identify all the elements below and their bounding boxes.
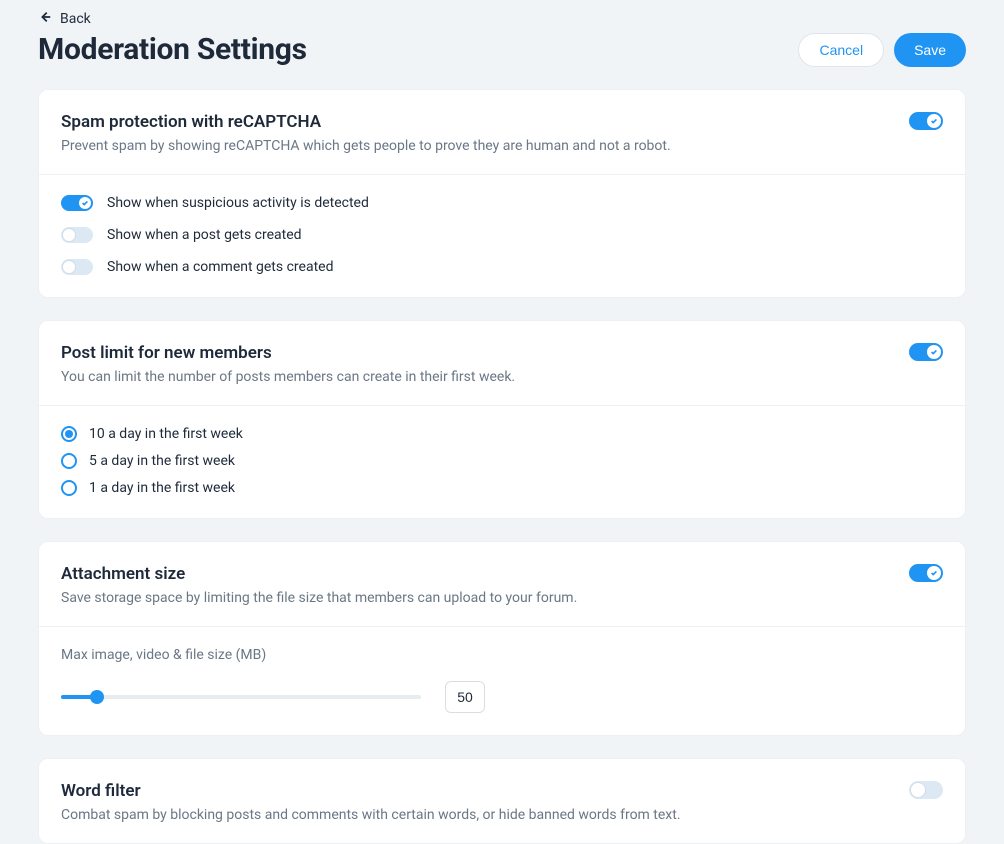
attachment-slider-label: Max image, video & file size (MB) xyxy=(61,647,943,663)
radio-icon xyxy=(61,453,77,469)
spam-toggle[interactable] xyxy=(909,112,943,130)
slider-thumb[interactable] xyxy=(90,690,104,704)
spam-option-post-label: Show when a post gets created xyxy=(107,227,302,243)
radio-icon xyxy=(61,426,77,442)
back-arrow-icon xyxy=(38,10,52,28)
spam-title: Spam protection with reCAPTCHA xyxy=(61,112,671,132)
spam-option-suspicious-label: Show when suspicious activity is detecte… xyxy=(107,195,369,211)
cancel-button[interactable]: Cancel xyxy=(798,33,884,67)
spam-card: Spam protection with reCAPTCHA Prevent s… xyxy=(38,89,966,298)
attachment-value-input[interactable] xyxy=(445,681,485,713)
attachment-toggle[interactable] xyxy=(909,564,943,582)
word-filter-toggle[interactable] xyxy=(909,781,943,799)
post-limit-desc: You can limit the number of posts member… xyxy=(61,369,515,385)
spam-option-suspicious: Show when suspicious activity is detecte… xyxy=(61,195,943,211)
spam-option-comment: Show when a comment gets created xyxy=(61,259,943,275)
attachment-desc: Save storage space by limiting the file … xyxy=(61,590,577,606)
post-limit-option-1-label: 1 a day in the first week xyxy=(89,480,235,496)
post-limit-title: Post limit for new members xyxy=(61,343,515,363)
post-limit-toggle[interactable] xyxy=(909,343,943,361)
post-limit-option-5-label: 5 a day in the first week xyxy=(89,453,235,469)
back-link[interactable]: Back xyxy=(38,10,966,28)
post-limit-option-10[interactable]: 10 a day in the first week xyxy=(61,426,943,442)
page-title: Moderation Settings xyxy=(38,32,307,67)
post-limit-option-5[interactable]: 5 a day in the first week xyxy=(61,453,943,469)
word-filter-title: Word filter xyxy=(61,781,681,801)
header-actions: Cancel Save xyxy=(798,33,966,67)
post-limit-option-10-label: 10 a day in the first week xyxy=(89,426,243,442)
post-limit-card: Post limit for new members You can limit… xyxy=(38,320,966,519)
spam-desc: Prevent spam by showing reCAPTCHA which … xyxy=(61,138,671,154)
back-label: Back xyxy=(60,11,91,27)
radio-icon xyxy=(61,480,77,496)
spam-option-comment-toggle[interactable] xyxy=(61,259,93,275)
spam-option-comment-label: Show when a comment gets created xyxy=(107,259,333,275)
post-limit-option-1[interactable]: 1 a day in the first week xyxy=(61,480,943,496)
page-header: Moderation Settings Cancel Save xyxy=(38,32,966,67)
spam-option-post: Show when a post gets created xyxy=(61,227,943,243)
word-filter-desc: Combat spam by blocking posts and commen… xyxy=(61,807,681,823)
spam-option-post-toggle[interactable] xyxy=(61,227,93,243)
attachment-slider[interactable] xyxy=(61,695,421,699)
attachment-card: Attachment size Save storage space by li… xyxy=(38,541,966,736)
save-button[interactable]: Save xyxy=(894,33,966,67)
word-filter-card: Word filter Combat spam by blocking post… xyxy=(38,758,966,844)
spam-option-suspicious-toggle[interactable] xyxy=(61,195,93,211)
attachment-title: Attachment size xyxy=(61,564,577,584)
